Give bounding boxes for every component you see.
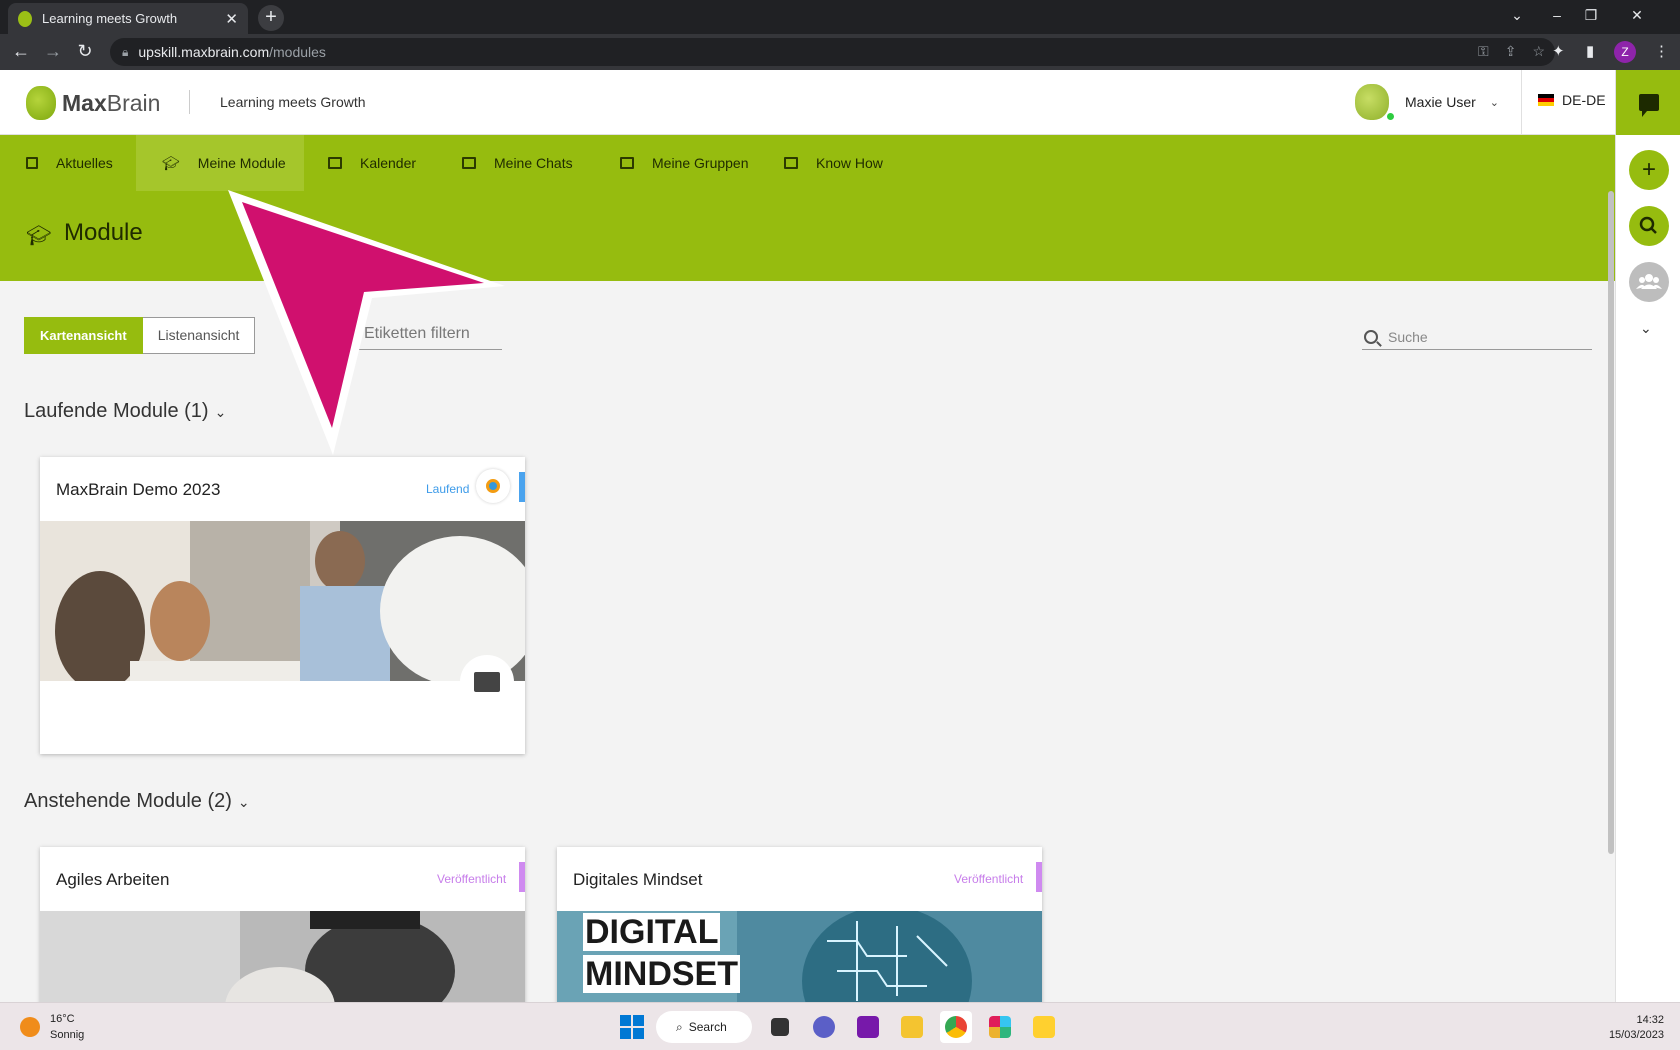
slack-icon[interactable] bbox=[984, 1011, 1016, 1043]
task-view-icon[interactable] bbox=[764, 1011, 796, 1043]
os-taskbar: 16°C Sonnig ⌕ Search 14:32 15/03/2023 bbox=[0, 1002, 1680, 1050]
temperature: 16°C bbox=[50, 1013, 75, 1025]
weather-condition: Sonnig bbox=[50, 1029, 85, 1041]
windows-start-icon[interactable] bbox=[620, 1015, 644, 1039]
miro-icon[interactable] bbox=[1028, 1011, 1060, 1043]
annotation-arrow-icon bbox=[228, 190, 505, 455]
taskbar-search[interactable]: ⌕ Search bbox=[656, 1011, 752, 1043]
onenote-icon[interactable] bbox=[852, 1011, 884, 1043]
weather-widget[interactable]: 16°C Sonnig bbox=[20, 1011, 84, 1043]
taskbar-search-label: Search bbox=[688, 1020, 727, 1034]
clock-date: 15/03/2023 bbox=[1608, 1029, 1664, 1041]
sun-icon bbox=[20, 1017, 40, 1037]
teams-chat-icon[interactable] bbox=[808, 1011, 840, 1043]
file-explorer-icon[interactable] bbox=[896, 1011, 928, 1043]
system-clock[interactable]: 14:32 15/03/2023 bbox=[1590, 1013, 1664, 1043]
chrome-icon[interactable] bbox=[940, 1011, 972, 1043]
search-icon: ⌕ bbox=[676, 1019, 683, 1034]
clock-time: 14:32 bbox=[1636, 1014, 1664, 1026]
